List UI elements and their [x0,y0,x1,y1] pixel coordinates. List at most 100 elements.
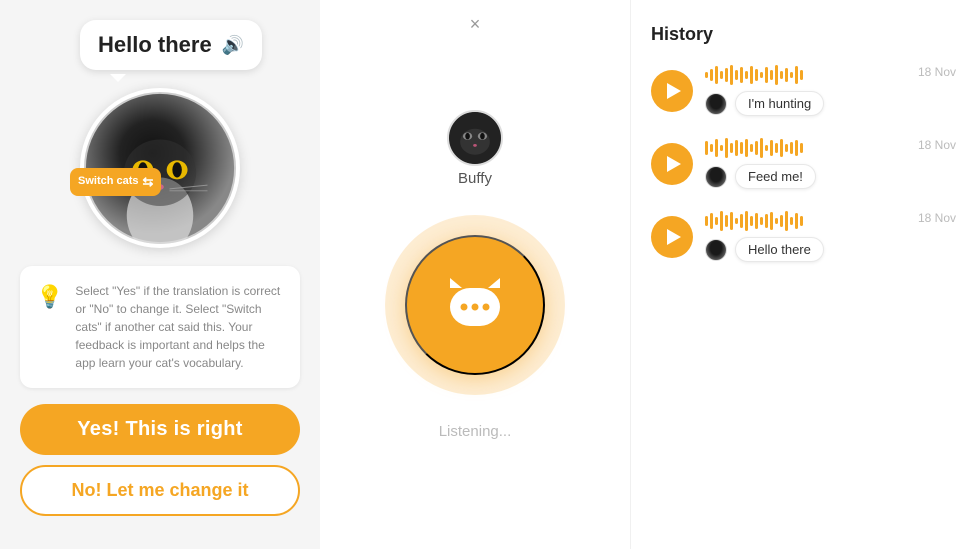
wave-bar [790,217,793,225]
wave-bar [705,216,708,226]
wave-bar [730,212,733,230]
buffy-name: Buffy [458,170,492,187]
wave-bar [800,216,803,226]
right-panel: History [630,0,976,549]
history-cat-avatar-1 [705,166,727,188]
wave-bar [725,215,728,227]
cat-avatar-container: Switch cats ⇆ [80,88,240,248]
mic-button[interactable] [405,235,545,375]
history-list: I'm hunting 18 Nov [651,65,956,262]
wave-bar [795,213,798,229]
history-label-1: Feed me! [735,164,816,189]
left-panel: Hello there 🔊 Switch cats ⇆ [0,0,320,549]
history-title: History [651,24,956,45]
wave-bar [785,144,788,152]
wave-bar [745,71,748,79]
play-button-1[interactable] [651,143,693,185]
wave-bar [800,143,803,153]
history-content-2: Hello there [705,211,906,262]
wave-bar [800,70,803,80]
history-label-2: Hello there [735,237,824,262]
history-item: Hello there 18 Nov [651,211,956,262]
wave-bar [780,215,783,227]
wave-bar [795,66,798,84]
wave-bar [750,144,753,152]
speech-bubble: Hello there 🔊 [80,20,262,70]
wave-bar [710,69,713,81]
wave-bar [785,68,788,82]
close-button[interactable]: × [470,14,481,35]
history-date-2: 18 Nov [918,211,956,225]
wave-bar [795,140,798,156]
history-date-1: 18 Nov [918,138,956,152]
wave-bar [755,213,758,229]
wave-bar [775,65,778,85]
wave-bar [705,72,708,78]
wave-bar [735,218,738,224]
switch-cats-button[interactable]: Switch cats ⇆ [70,168,161,196]
wave-bar [790,72,793,78]
history-content-1: Feed me! [705,138,906,189]
wave-bar [785,211,788,231]
wave-bar [775,218,778,224]
play-button-0[interactable] [651,70,693,112]
wave-bar [720,71,723,79]
middle-panel: × Buffy Listening.. [320,0,630,549]
wave-bar [765,145,768,151]
wave-bar [765,67,768,83]
switch-arrows-icon: ⇆ [143,174,154,190]
history-label-row-1: Feed me! [705,164,906,189]
history-label-0: I'm hunting [735,91,824,116]
wave-bar [740,67,743,83]
sound-icon[interactable]: 🔊 [222,35,244,56]
wave-bar [730,143,733,153]
history-date-0: 18 Nov [918,65,956,79]
no-button[interactable]: No! Let me change it [20,465,300,516]
history-item: Feed me! 18 Nov [651,138,956,189]
wave-bar [780,71,783,79]
waveform-0 [705,65,906,85]
wave-bar [745,139,748,157]
mic-cat-icon [440,270,510,340]
wave-bar [760,217,763,225]
history-label-row-0: I'm hunting [705,91,906,116]
wave-bar [765,214,768,228]
wave-bar [735,70,738,80]
wave-bar [790,142,793,154]
wave-bar [715,66,718,84]
wave-bar [755,69,758,81]
hint-text: Select "Yes" if the translation is corre… [75,282,284,372]
wave-bar [740,214,743,228]
play-icon [667,156,681,172]
wave-bar [760,138,763,158]
buffy-avatar-image [449,110,501,166]
history-cat-avatar-0 [705,93,727,115]
wave-bar [715,217,718,225]
history-cat-avatar-2 [705,239,727,261]
wave-bar [725,138,728,158]
bulb-icon: 💡 [36,284,63,310]
wave-bar [780,139,783,157]
wave-bar [720,145,723,151]
play-button-2[interactable] [651,216,693,258]
wave-bar [730,65,733,85]
history-item: I'm hunting 18 Nov [651,65,956,116]
waveform-2 [705,211,906,231]
wave-bar [770,70,773,80]
wave-bar [760,72,763,78]
wave-bar [735,140,738,156]
history-content-0: I'm hunting [705,65,906,116]
wave-bar [705,141,708,155]
play-icon [667,229,681,245]
listening-text: Listening... [439,423,512,440]
wave-bar [740,142,743,154]
hint-box: 💡 Select "Yes" if the translation is cor… [20,266,300,388]
yes-button[interactable]: Yes! This is right [20,404,300,455]
wave-bar [775,143,778,153]
wave-bar [750,216,753,226]
mic-button-outer [385,215,565,395]
switch-cats-label: Switch cats [78,175,139,188]
wave-bar [715,139,718,157]
play-icon [667,83,681,99]
wave-bar [745,211,748,231]
